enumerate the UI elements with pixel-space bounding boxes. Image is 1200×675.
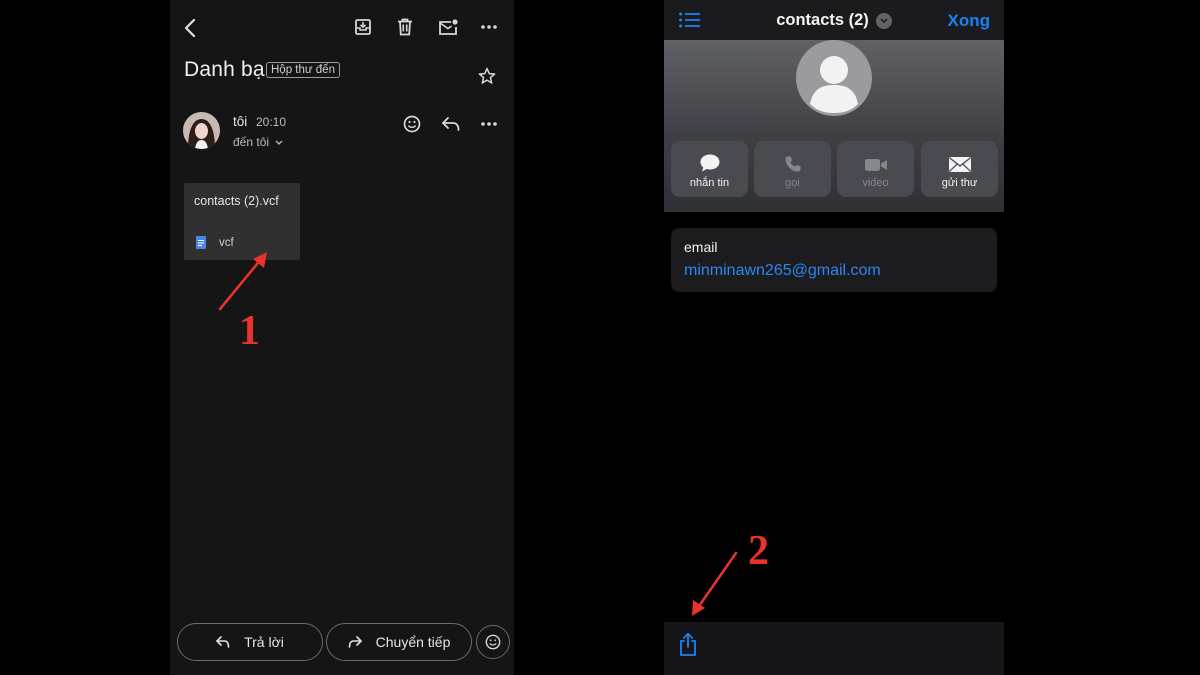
step-1-label: 1	[239, 308, 260, 354]
arrow-to-attachment	[218, 252, 267, 311]
step-2-label: 2	[748, 528, 769, 574]
arrow-to-share	[692, 551, 738, 616]
annotation-arrows	[218, 252, 738, 616]
